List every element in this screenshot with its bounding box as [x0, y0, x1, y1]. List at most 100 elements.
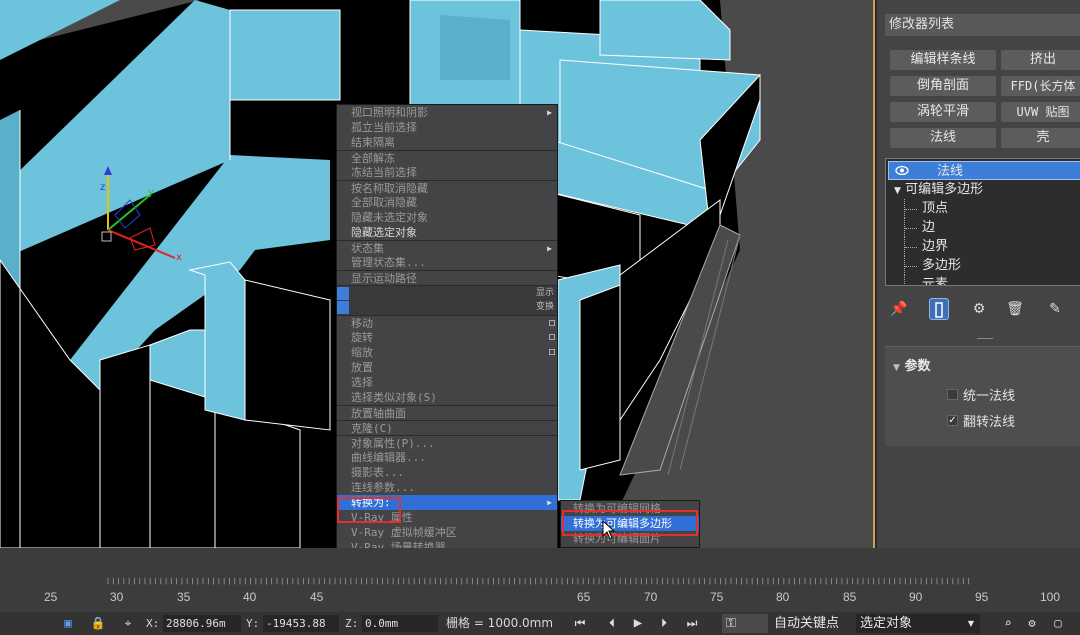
- flip-normals-checkbox[interactable]: ✓: [947, 415, 958, 426]
- absolute-mode-transform-icon[interactable]: ⌖: [120, 615, 136, 632]
- auto-key-button[interactable]: 自动关键点: [770, 614, 850, 633]
- modifier-button-extrude[interactable]: 挤出: [1001, 50, 1080, 70]
- context-menu-item[interactable]: 缩放: [337, 345, 557, 360]
- frame-tick-label: 40: [243, 590, 257, 604]
- context-menu-item[interactable]: V-Ray 属性: [337, 510, 557, 525]
- context-menu-item[interactable]: 显示运动路径: [337, 270, 557, 285]
- context-menu-item[interactable]: 结束隔离: [337, 135, 557, 150]
- context-menu-item[interactable]: 对象属性(P)...: [337, 435, 557, 450]
- modifier-button-uvw-map[interactable]: UVW 贴图: [1001, 102, 1080, 122]
- stack-subobject-border[interactable]: 边界: [886, 237, 1080, 256]
- x-coordinate-field[interactable]: 28806.96m: [163, 615, 241, 632]
- subobject-label: 边: [922, 220, 936, 235]
- set-key-icon[interactable]: ⚿: [722, 614, 768, 633]
- previous-frame-icon[interactable]: ⏴: [604, 615, 620, 632]
- play-icon[interactable]: ▶: [630, 615, 646, 632]
- context-menu-item[interactable]: V-Ray 虚拟帧缓冲区: [337, 525, 557, 540]
- context-menu-item[interactable]: 转换为: ▶: [337, 495, 557, 510]
- rollout-title-label: 参数: [904, 359, 931, 374]
- context-menu-item-label: 显示运动路径: [351, 272, 417, 285]
- quad-color-marker: [337, 301, 349, 314]
- stack-subobject-polygon[interactable]: 多边形: [886, 256, 1080, 275]
- context-menu-item[interactable]: 视口照明和阴影 ▶: [337, 105, 557, 120]
- go-to-end-icon[interactable]: ⏭: [684, 615, 700, 632]
- maximize-viewport-icon[interactable]: ▢: [1050, 615, 1066, 632]
- stack-item-editable-poly[interactable]: ▼ 可编辑多边形: [886, 180, 1080, 199]
- modifier-button-shell[interactable]: 壳: [1001, 128, 1080, 148]
- context-menu-item[interactable]: 摄影表...: [337, 465, 557, 480]
- stack-subobject-edge[interactable]: 边: [886, 218, 1080, 237]
- context-menu-item[interactable]: 移动: [337, 315, 557, 330]
- context-menu-item-label: 隐藏未选定对象: [351, 211, 428, 224]
- show-end-result-icon[interactable]: [929, 298, 949, 320]
- selection-set-dropdown[interactable]: 选定对象 ▼: [856, 614, 980, 633]
- svg-text:y: y: [148, 187, 154, 198]
- submenu-item[interactable]: 转换为可编辑网格: [561, 501, 699, 516]
- eye-icon[interactable]: [895, 165, 909, 176]
- context-menu-item[interactable]: 选择类似对象(S): [337, 390, 557, 405]
- unify-normals-checkbox[interactable]: [947, 389, 958, 400]
- frame-tick-label: 75: [710, 590, 724, 604]
- modifier-button-turbosmooth[interactable]: 涡轮平滑: [890, 102, 996, 122]
- modifier-button-edit-spline[interactable]: 编辑样条线: [890, 50, 996, 70]
- rollout-title[interactable]: ▼ 参数: [893, 355, 930, 374]
- modifier-button-ffd-box[interactable]: FFD(长方体: [1001, 76, 1080, 96]
- time-ruler[interactable]: [0, 578, 1080, 586]
- context-menu-item[interactable]: 隐藏选定对象: [337, 225, 557, 240]
- context-menu-item[interactable]: 隐藏未选定对象: [337, 210, 557, 225]
- modifier-button-bevel-profile[interactable]: 倒角剖面: [890, 76, 996, 96]
- context-menu-item[interactable]: 放置轴曲面: [337, 405, 557, 420]
- context-menu-item-label: 摄影表...: [351, 466, 404, 479]
- flip-normals-label: 翻转法线: [963, 415, 1016, 430]
- z-coordinate-label: Z:: [345, 617, 359, 630]
- remove-modifier-icon[interactable]: 🗑: [1005, 298, 1025, 320]
- context-menu-item-label: 移动: [351, 317, 373, 330]
- frame-tick-label: 90: [909, 590, 923, 604]
- collapse-triangle-icon[interactable]: ▼: [894, 186, 901, 196]
- pin-stack-icon[interactable]: 📌: [889, 298, 909, 320]
- next-frame-icon[interactable]: ⏵: [656, 615, 672, 632]
- context-menu-item[interactable]: 克隆(C): [337, 420, 557, 435]
- context-menu-item[interactable]: 选择: [337, 375, 557, 390]
- configure-modifier-sets-icon[interactable]: ✎: [1045, 298, 1065, 320]
- collapse-triangle-icon[interactable]: ▼: [893, 363, 900, 373]
- timeline-track[interactable]: 25 30 35 40 45 65 70 75 80 85 90 95 100: [0, 548, 1080, 612]
- context-menu-item[interactable]: 放置: [337, 360, 557, 375]
- context-menu-item-label: 转换为:: [351, 496, 391, 509]
- submenu-item[interactable]: 转换为可编辑多边形: [561, 516, 699, 531]
- context-menu-item[interactable]: 全部解冻: [337, 150, 557, 165]
- stack-item-normal[interactable]: 法线: [888, 161, 1080, 180]
- context-menu-item[interactable]: 状态集 ▶: [337, 240, 557, 255]
- context-menu-item[interactable]: 曲线编辑器...: [337, 450, 557, 465]
- submenu-item[interactable]: 转换为可编辑面片: [561, 531, 699, 546]
- context-menu-item[interactable]: 变换: [337, 300, 557, 315]
- option-box-icon[interactable]: [549, 334, 555, 340]
- mouse-cursor-icon: [602, 520, 616, 540]
- modifier-button-normal[interactable]: 法线: [890, 128, 996, 148]
- modifier-list-dropdown[interactable]: 修改器列表: [885, 14, 1080, 36]
- y-coordinate-label: Y:: [246, 617, 260, 630]
- stack-subobject-vertex[interactable]: 顶点: [886, 199, 1080, 218]
- modifier-stack: 法线 ▼ 可编辑多边形 顶点 边 边界 多边形 元素: [885, 158, 1080, 286]
- z-coordinate-field[interactable]: 0.0mm: [362, 615, 438, 632]
- stack-subobject-element[interactable]: 元素: [886, 275, 1080, 285]
- option-box-icon[interactable]: [549, 349, 555, 355]
- context-menu-item[interactable]: 管理状态集...: [337, 255, 557, 270]
- zoom-icon[interactable]: ⌕: [1000, 615, 1016, 632]
- context-menu-item[interactable]: 按名称取消隐藏: [337, 180, 557, 195]
- context-menu-item[interactable]: 孤立当前选择: [337, 120, 557, 135]
- context-menu-item[interactable]: 旋转: [337, 330, 557, 345]
- make-unique-icon[interactable]: ⚙: [969, 298, 989, 320]
- context-menu-item[interactable]: 全部取消隐藏: [337, 195, 557, 210]
- go-to-start-icon[interactable]: ⏮: [572, 615, 588, 632]
- orbit-icon[interactable]: ⚙: [1024, 615, 1040, 632]
- lock-icon[interactable]: 🔒: [90, 615, 106, 632]
- context-menu-item[interactable]: 显示: [337, 285, 557, 300]
- context-menu-item[interactable]: 连线参数...: [337, 480, 557, 495]
- context-menu-item-label: 视口照明和阴影: [351, 106, 428, 119]
- context-menu-item-label: V-Ray 属性: [351, 511, 413, 524]
- selection-lock-icon[interactable]: ▣: [60, 615, 76, 632]
- context-menu-item[interactable]: 冻结当前选择: [337, 165, 557, 180]
- y-coordinate-field[interactable]: -19453.88: [263, 615, 339, 632]
- option-box-icon[interactable]: [549, 320, 555, 326]
